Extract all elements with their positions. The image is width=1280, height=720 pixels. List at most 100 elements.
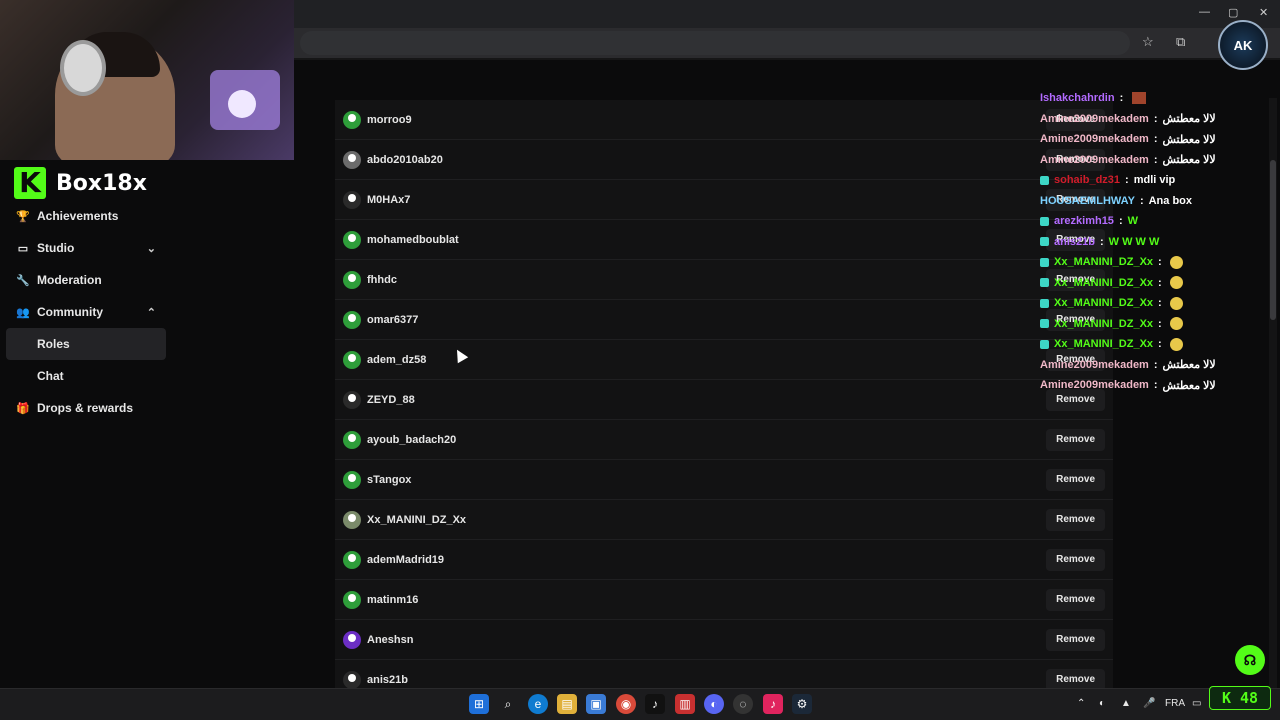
- chat-username[interactable]: Xx_MANINI_DZ_Xx: [1054, 338, 1153, 350]
- subscriber-badge-icon: [1040, 278, 1049, 288]
- emote-icon: [1169, 255, 1183, 269]
- sidebar-item-moderation[interactable]: 🔧 Moderation: [6, 264, 166, 296]
- list-item: abdo2010ab20 Remove: [335, 140, 1113, 180]
- headset: [60, 40, 106, 96]
- avatar: [343, 350, 361, 369]
- light-bulb: [228, 90, 256, 118]
- monitor-icon: ▭: [17, 242, 29, 255]
- chat-username[interactable]: Amine2009mekadem: [1040, 154, 1149, 166]
- emote-icon: [1169, 276, 1183, 290]
- chat-separator: :: [1158, 276, 1162, 289]
- chat-username[interactable]: Xx_MANINI_DZ_Xx: [1054, 256, 1153, 268]
- tray-discord-icon[interactable]: ◐: [1099, 698, 1105, 709]
- remove-button[interactable]: Remove: [1046, 509, 1105, 531]
- close-button[interactable]: ✕: [1259, 6, 1268, 19]
- sidebar-item-roles[interactable]: Roles: [6, 328, 166, 360]
- tiktok-icon[interactable]: ♪: [645, 694, 665, 714]
- avatar: [343, 150, 361, 169]
- chat-message: Xx_MANINI_DZ_Xx:: [1040, 273, 1276, 294]
- chat-username[interactable]: arezkimh15: [1054, 215, 1114, 227]
- browser-tab-bar: [294, 0, 1280, 28]
- chat-separator: :: [1153, 133, 1158, 146]
- avatar: [343, 310, 361, 329]
- edge-browser-icon[interactable]: e: [528, 694, 548, 714]
- chat-message: Xx_MANINI_DZ_Xx:: [1040, 252, 1276, 273]
- remove-button[interactable]: Remove: [1046, 589, 1105, 611]
- discord-icon[interactable]: ◐: [704, 694, 724, 714]
- address-bar[interactable]: [300, 31, 1130, 55]
- tray-language[interactable]: FRA: [1165, 698, 1185, 709]
- chat-message: anis21b: W W W W: [1040, 232, 1276, 253]
- username: anis21b: [367, 673, 408, 686]
- app-icon[interactable]: ◌: [733, 694, 753, 714]
- list-item: adem_dz58 Remove: [335, 340, 1113, 380]
- avatar: [343, 670, 361, 689]
- tray-monitor-icon[interactable]: ▭: [1192, 698, 1201, 709]
- chat-username[interactable]: Ishakchahrdin: [1040, 92, 1115, 104]
- tiktok-live-icon[interactable]: ♪: [763, 694, 783, 714]
- username: ZEYD_88: [367, 393, 415, 406]
- username: abdo2010ab20: [367, 153, 443, 166]
- search-icon[interactable]: ⌕: [498, 694, 518, 714]
- avatar: [343, 630, 361, 649]
- sidebar-item-community[interactable]: 👥 Community ⌃: [6, 296, 166, 328]
- chat-username[interactable]: sohaib_dz31: [1054, 174, 1120, 186]
- list-item: matinm16 Remove: [335, 580, 1113, 620]
- sidebar-item-label: Chat: [37, 369, 64, 383]
- chrome-icon[interactable]: ◉: [616, 694, 636, 714]
- chat-separator: :: [1158, 256, 1162, 269]
- chat-username[interactable]: Xx_MANINI_DZ_Xx: [1054, 297, 1153, 309]
- avatar: [343, 590, 361, 609]
- remove-button[interactable]: Remove: [1046, 549, 1105, 571]
- voicemeeter-icon[interactable]: ▥: [675, 694, 695, 714]
- tray-nvidia-icon[interactable]: ▲: [1121, 698, 1131, 709]
- avatar: [343, 430, 361, 449]
- sidebar-item-label: Achievements: [37, 209, 119, 223]
- chat-text: لالا معطتش: [1162, 113, 1216, 126]
- list-item: Xx_MANINI_DZ_Xx Remove: [335, 500, 1113, 540]
- remove-button[interactable]: Remove: [1046, 429, 1105, 451]
- sidebar-item-label: Drops & rewards: [37, 401, 134, 415]
- sidebar-item-drops-rewards[interactable]: 🎁 Drops & rewards: [6, 392, 166, 424]
- chat-text: لالا معطتش: [1162, 379, 1216, 392]
- remove-button[interactable]: Remove: [1046, 469, 1105, 491]
- sidebar-item-studio[interactable]: ▭ Studio ⌄: [6, 232, 166, 264]
- list-item: ZEYD_88 Remove: [335, 380, 1113, 420]
- minimize-button[interactable]: —: [1199, 6, 1210, 18]
- list-item: ayoub_badach20 Remove: [335, 420, 1113, 460]
- chat-separator: :: [1153, 153, 1158, 166]
- steam-icon[interactable]: ⚙: [792, 694, 812, 714]
- subscriber-badge-icon: [1040, 237, 1049, 247]
- extensions-icon[interactable]: ⧉: [1176, 34, 1185, 50]
- chat-username[interactable]: Xx_MANINI_DZ_Xx: [1054, 277, 1153, 289]
- chat-username[interactable]: Xx_MANINI_DZ_Xx: [1054, 318, 1153, 330]
- tray-chevron-icon[interactable]: ⌃: [1077, 698, 1085, 709]
- store-icon[interactable]: ▣: [586, 694, 606, 714]
- sidebar-item-chat[interactable]: Chat: [6, 360, 166, 392]
- username: omar6377: [367, 313, 419, 326]
- viewer-count: 48: [1240, 689, 1259, 707]
- chat-username[interactable]: anis21b: [1054, 236, 1095, 248]
- windows-start-icon[interactable]: ⊞: [469, 694, 489, 714]
- chat-text: W: [1127, 215, 1138, 228]
- trophy-icon: 🏆: [16, 210, 30, 223]
- tray-microphone-icon[interactable]: 🎤: [1143, 698, 1155, 709]
- chat-username[interactable]: Amine2009mekadem: [1040, 113, 1149, 125]
- chat-username[interactable]: Amine2009mekadem: [1040, 133, 1149, 145]
- chat-username[interactable]: HOUSAEMLHWAY: [1040, 195, 1135, 207]
- chat-separator: :: [1125, 174, 1129, 187]
- remove-button[interactable]: Remove: [1046, 629, 1105, 651]
- subscriber-badge-icon: [1040, 257, 1049, 267]
- chat-username[interactable]: Amine2009mekadem: [1040, 359, 1149, 371]
- windows-taskbar: [0, 688, 1280, 720]
- chat-message: Amine2009mekadem: لالا معطتش: [1040, 109, 1276, 130]
- file-explorer-icon[interactable]: ▤: [557, 694, 577, 714]
- maximize-button[interactable]: ▢: [1228, 6, 1238, 19]
- sidebar-item-achievements[interactable]: 🏆 Achievements: [6, 200, 166, 232]
- chevron-down-icon: ⌄: [146, 242, 156, 255]
- emote-icon: [1169, 296, 1183, 310]
- bookmark-star-icon[interactable]: ☆: [1142, 34, 1154, 50]
- chat-message: Amine2009mekadem: لالا معطتش: [1040, 129, 1276, 150]
- chat-username[interactable]: Amine2009mekadem: [1040, 379, 1149, 391]
- headset-icon[interactable]: ☊: [1235, 645, 1265, 675]
